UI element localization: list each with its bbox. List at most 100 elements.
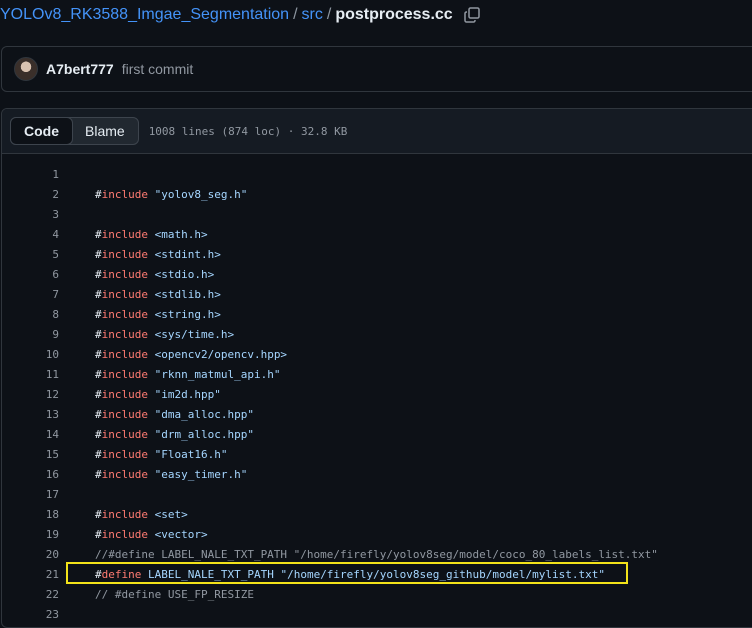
line-number[interactable]: 20	[2, 548, 59, 561]
copy-path-button[interactable]	[463, 6, 481, 24]
code-token: "yolov8_seg.h"	[147, 187, 248, 201]
line-number[interactable]: 18	[2, 508, 59, 521]
code-token: <stdlib.h>	[147, 287, 221, 301]
code-token: #	[95, 427, 102, 441]
code-line: 6 #include <stdio.h>	[2, 264, 752, 284]
code-token: #	[95, 407, 102, 421]
line-number[interactable]: 6	[2, 268, 59, 281]
line-code: #include <stdio.h>	[95, 268, 214, 281]
code-token: <set>	[147, 507, 188, 521]
code-token: #	[95, 187, 102, 201]
line-number[interactable]: 5	[2, 248, 59, 261]
code-line: 20 //#define LABEL_NALE_TXT_PATH "/home/f…	[2, 544, 752, 564]
avatar[interactable]	[14, 57, 38, 81]
line-number[interactable]: 14	[2, 428, 59, 441]
tab-blame[interactable]: Blame	[72, 118, 138, 144]
line-number[interactable]: 15	[2, 448, 59, 461]
line-code: #include "Float16.h"	[95, 448, 227, 461]
code-line: 10 #include <opencv2/opencv.hpp>	[2, 344, 752, 364]
latest-commit-bar: A7bert777 first commit	[1, 46, 752, 92]
code-token: include	[101, 407, 148, 421]
line-code: #include "drm_alloc.hpp"	[95, 428, 254, 441]
code-line: 18 #include <set>	[2, 504, 752, 524]
code-line: 2 #include "yolov8_seg.h"	[2, 184, 752, 204]
code-token: "Float16.h"	[147, 447, 228, 461]
code-token: #	[95, 567, 102, 581]
line-number[interactable]: 13	[2, 408, 59, 421]
line-code: #include <math.h>	[95, 228, 208, 241]
breadcrumb-separator: /	[326, 6, 332, 23]
code-token: <sys/time.h>	[147, 327, 235, 341]
line-code: #include <stdint.h>	[95, 248, 221, 261]
line-number[interactable]: 21	[2, 568, 59, 581]
line-number[interactable]: 4	[2, 228, 59, 241]
code-line: 23	[2, 604, 752, 624]
line-number[interactable]: 1	[2, 168, 59, 181]
line-number[interactable]: 19	[2, 528, 59, 541]
line-number[interactable]: 22	[2, 588, 59, 601]
code-token: include	[101, 367, 148, 381]
line-number[interactable]: 10	[2, 348, 59, 361]
code-token: #	[95, 347, 102, 361]
code-token: <stdio.h>	[147, 267, 215, 281]
code-line: 7 #include <stdlib.h>	[2, 284, 752, 304]
code-token: "rknn_matmul_api.h"	[147, 367, 281, 381]
code-token: #	[95, 327, 102, 341]
code-token: <opencv2/opencv.hpp>	[147, 347, 288, 361]
line-code: // #define USE_FP_RESIZE	[95, 588, 254, 601]
line-code: //#define LABEL_NALE_TXT_PATH "/home/fir…	[95, 548, 658, 561]
line-number[interactable]: 2	[2, 188, 59, 201]
code-line: 14 #include "drm_alloc.hpp"	[2, 424, 752, 444]
code-token: include	[101, 507, 148, 521]
code-line: 22 // #define USE_FP_RESIZE	[2, 584, 752, 604]
breadcrumb-folder-link[interactable]: src	[302, 6, 323, 24]
code-line: 8 #include <string.h>	[2, 304, 752, 324]
line-number[interactable]: 23	[2, 608, 59, 621]
code-token: #	[95, 507, 102, 521]
code-line: 15 #include "Float16.h"	[2, 444, 752, 464]
code-token: "dma_alloc.hpp"	[147, 407, 254, 421]
code-line: 11 #include "rknn_matmul_api.h"	[2, 364, 752, 384]
line-number[interactable]: 17	[2, 488, 59, 501]
line-number[interactable]: 11	[2, 368, 59, 381]
file-viewer: Code Blame 1008 lines (874 loc) · 32.8 K…	[1, 108, 752, 628]
code-token: #	[95, 447, 102, 461]
code-token: //#define LABEL_NALE_TXT_PATH "/home/fir…	[95, 547, 658, 561]
line-number[interactable]: 7	[2, 288, 59, 301]
commit-author-link[interactable]: A7bert777	[46, 61, 114, 77]
code-line: 3	[2, 204, 752, 224]
line-number[interactable]: 12	[2, 388, 59, 401]
code-token: "easy_timer.h"	[147, 467, 248, 481]
code-token: // #define USE_FP_RESIZE	[95, 587, 254, 601]
line-code: #include "im2d.hpp"	[95, 388, 221, 401]
code-token: #	[95, 367, 102, 381]
code-token: #	[95, 307, 102, 321]
breadcrumb-file-name: postprocess.cc	[335, 6, 453, 23]
line-number[interactable]: 9	[2, 328, 59, 341]
view-toggle: Code Blame	[10, 117, 139, 145]
line-number[interactable]: 8	[2, 308, 59, 321]
line-code: #include <sys/time.h>	[95, 328, 234, 341]
file-meta: 1008 lines (874 loc) · 32.8 KB	[148, 124, 348, 138]
code-token: include	[101, 387, 148, 401]
code-line: 21 #define LABEL_NALE_TXT_PATH "/home/fir…	[2, 564, 752, 584]
line-code: #include <opencv2/opencv.hpp>	[95, 348, 287, 361]
code-line: 4 #include <math.h>	[2, 224, 752, 244]
breadcrumb-repo-link[interactable]: YOLOv8_RK3588_Imgae_Segmentation	[0, 6, 289, 24]
tab-code[interactable]: Code	[10, 117, 73, 145]
code-token: #	[95, 267, 102, 281]
code-token: <math.h>	[147, 227, 208, 241]
line-code: #include "yolov8_seg.h"	[95, 188, 247, 201]
code-token: include	[101, 327, 148, 341]
code-line: 13 #include "dma_alloc.hpp"	[2, 404, 752, 424]
code-token: define	[101, 567, 142, 581]
line-code: #include <string.h>	[95, 308, 221, 321]
line-number[interactable]: 3	[2, 208, 59, 221]
code-line: 5 #include <stdint.h>	[2, 244, 752, 264]
line-number[interactable]: 16	[2, 468, 59, 481]
line-code: #include "dma_alloc.hpp"	[95, 408, 254, 421]
line-code: #include "easy_timer.h"	[95, 468, 247, 481]
code-token: #	[95, 467, 102, 481]
commit-message-link[interactable]: first commit	[122, 61, 194, 77]
code-token: <vector>	[147, 527, 208, 541]
